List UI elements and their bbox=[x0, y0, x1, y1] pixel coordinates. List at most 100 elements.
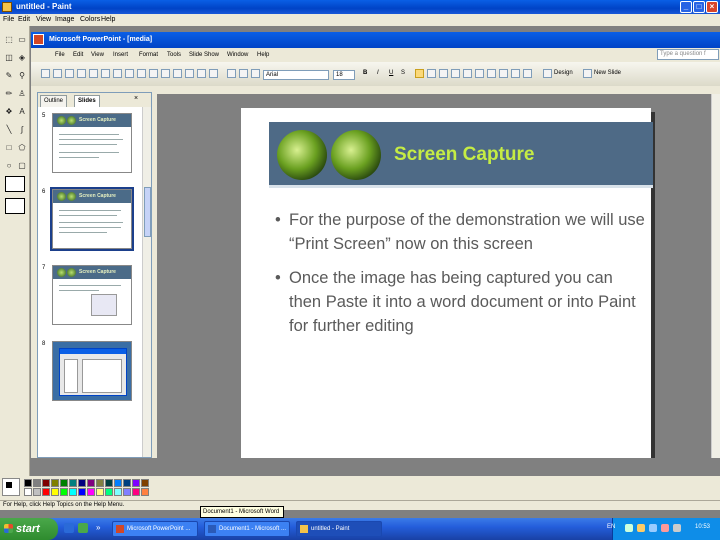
research-icon[interactable] bbox=[137, 69, 146, 78]
close-pane-icon[interactable]: × bbox=[134, 95, 138, 102]
panel-scrollbar-thumb[interactable] bbox=[144, 187, 151, 237]
decrease-font-icon[interactable] bbox=[487, 69, 496, 78]
tray-icon[interactable] bbox=[637, 524, 645, 532]
maximize-icon[interactable]: □ bbox=[693, 1, 705, 13]
palette-swatch[interactable] bbox=[42, 488, 50, 496]
menu-colors[interactable]: Colors bbox=[80, 16, 100, 23]
new-icon[interactable] bbox=[41, 69, 50, 78]
palette-swatch[interactable] bbox=[105, 479, 113, 487]
pp-menu-edit[interactable]: Edit bbox=[73, 52, 83, 58]
curve-icon[interactable]: ∫ bbox=[16, 124, 28, 136]
palette-swatch[interactable] bbox=[87, 479, 95, 487]
slide-scrollbar[interactable] bbox=[711, 94, 720, 458]
color-grayscale-icon[interactable] bbox=[251, 69, 260, 78]
quick-launch-ie-icon[interactable] bbox=[64, 523, 74, 533]
rectangle-icon[interactable]: □ bbox=[3, 142, 15, 154]
pp-menu-insert[interactable]: Insert bbox=[113, 52, 128, 58]
slide-thumbnail-5[interactable]: Screen Capture bbox=[52, 113, 132, 173]
slide-title[interactable]: Screen Capture bbox=[394, 144, 534, 166]
text-icon[interactable]: A bbox=[16, 106, 28, 118]
current-slide[interactable]: Screen Capture • For the purpose of the … bbox=[241, 108, 653, 458]
open-icon[interactable] bbox=[53, 69, 62, 78]
language-indicator[interactable]: EN bbox=[607, 524, 615, 530]
task-word[interactable]: Document1 - Microsoft ... bbox=[204, 521, 290, 537]
palette-swatch[interactable] bbox=[87, 488, 95, 496]
pp-menu-window[interactable]: Window bbox=[227, 52, 248, 58]
tab-slides[interactable]: Slides bbox=[74, 95, 100, 107]
tray-icon[interactable] bbox=[625, 524, 633, 532]
palette-swatch[interactable] bbox=[42, 479, 50, 487]
increase-indent-icon[interactable] bbox=[511, 69, 520, 78]
shadow-button[interactable]: S bbox=[401, 70, 405, 76]
palette-swatch[interactable] bbox=[69, 488, 77, 496]
palette-swatch[interactable] bbox=[114, 488, 122, 496]
start-button[interactable]: start bbox=[0, 518, 58, 540]
quick-launch-media-icon[interactable] bbox=[78, 523, 88, 533]
line-icon[interactable]: ╲ bbox=[3, 124, 15, 136]
font-name-select[interactable]: Arial bbox=[263, 70, 329, 80]
print-icon[interactable] bbox=[101, 69, 110, 78]
current-colors[interactable] bbox=[2, 478, 20, 496]
new-slide-icon[interactable] bbox=[583, 69, 592, 78]
palette-swatch[interactable] bbox=[69, 479, 77, 487]
format-painter-icon[interactable] bbox=[185, 69, 194, 78]
ellipse-icon[interactable]: ○ bbox=[3, 160, 15, 172]
palette-swatch[interactable] bbox=[51, 488, 59, 496]
font-size-select[interactable]: 18 bbox=[333, 70, 355, 80]
paste-icon[interactable] bbox=[173, 69, 182, 78]
design-button[interactable]: Design bbox=[554, 70, 573, 76]
font-color-icon[interactable] bbox=[523, 69, 532, 78]
minimize-icon[interactable]: _ bbox=[680, 1, 692, 13]
help-question-box[interactable]: Type a question f bbox=[657, 49, 719, 60]
magnifier-icon[interactable]: ⚲ bbox=[16, 70, 28, 82]
align-center-icon[interactable] bbox=[427, 69, 436, 78]
palette-swatch[interactable] bbox=[24, 488, 32, 496]
new-slide-button[interactable]: New Slide bbox=[594, 70, 621, 76]
align-right-icon[interactable] bbox=[439, 69, 448, 78]
palette-swatch[interactable] bbox=[96, 479, 104, 487]
tool-option-transparent[interactable] bbox=[5, 198, 25, 214]
tray-icon[interactable] bbox=[673, 524, 681, 532]
menu-image[interactable]: Image bbox=[55, 16, 74, 23]
palette-swatch[interactable] bbox=[132, 479, 140, 487]
pp-menu-view[interactable]: View bbox=[91, 52, 104, 58]
close-icon[interactable]: × bbox=[706, 1, 718, 13]
numbering-icon[interactable] bbox=[451, 69, 460, 78]
decrease-indent-icon[interactable] bbox=[499, 69, 508, 78]
chart-icon[interactable] bbox=[227, 69, 236, 78]
menu-edit[interactable]: Edit bbox=[18, 16, 30, 23]
undo-icon[interactable] bbox=[197, 69, 206, 78]
menu-help[interactable]: Help bbox=[101, 16, 115, 23]
permission-icon[interactable] bbox=[77, 69, 86, 78]
task-paint[interactable]: untitled - Paint bbox=[296, 521, 382, 537]
palette-swatch[interactable] bbox=[105, 488, 113, 496]
palette-swatch[interactable] bbox=[96, 488, 104, 496]
underline-button[interactable]: U bbox=[389, 70, 393, 76]
menu-view[interactable]: View bbox=[36, 16, 51, 23]
preview-icon[interactable] bbox=[113, 69, 122, 78]
fill-icon[interactable]: ◈ bbox=[16, 52, 28, 64]
copy-icon[interactable] bbox=[161, 69, 170, 78]
palette-swatch[interactable] bbox=[33, 488, 41, 496]
task-powerpoint[interactable]: Microsoft PowerPoint ... bbox=[112, 521, 198, 537]
palette-swatch[interactable] bbox=[24, 479, 32, 487]
airbrush-icon[interactable]: ❖ bbox=[3, 106, 15, 118]
align-left-icon[interactable] bbox=[415, 69, 424, 78]
pp-menu-slideshow[interactable]: Slide Show bbox=[189, 52, 219, 58]
pp-menu-tools[interactable]: Tools bbox=[167, 52, 181, 58]
italic-button[interactable]: I bbox=[377, 70, 379, 76]
select-icon[interactable]: ▭ bbox=[16, 34, 28, 46]
brush-icon[interactable]: ♙ bbox=[16, 88, 28, 100]
color-picker-icon[interactable]: ✎ bbox=[3, 70, 15, 82]
tab-outline[interactable]: Outline bbox=[40, 95, 68, 107]
increase-font-icon[interactable] bbox=[475, 69, 484, 78]
palette-swatch[interactable] bbox=[123, 488, 131, 496]
menu-file[interactable]: File bbox=[3, 16, 14, 23]
palette-swatch[interactable] bbox=[51, 479, 59, 487]
palette-swatch[interactable] bbox=[123, 479, 131, 487]
pencil-icon[interactable]: ✏ bbox=[3, 88, 15, 100]
rounded-rect-icon[interactable]: ▢ bbox=[16, 160, 28, 172]
clock[interactable]: 10:53 bbox=[695, 524, 710, 530]
cut-icon[interactable] bbox=[149, 69, 158, 78]
redo-icon[interactable] bbox=[209, 69, 218, 78]
